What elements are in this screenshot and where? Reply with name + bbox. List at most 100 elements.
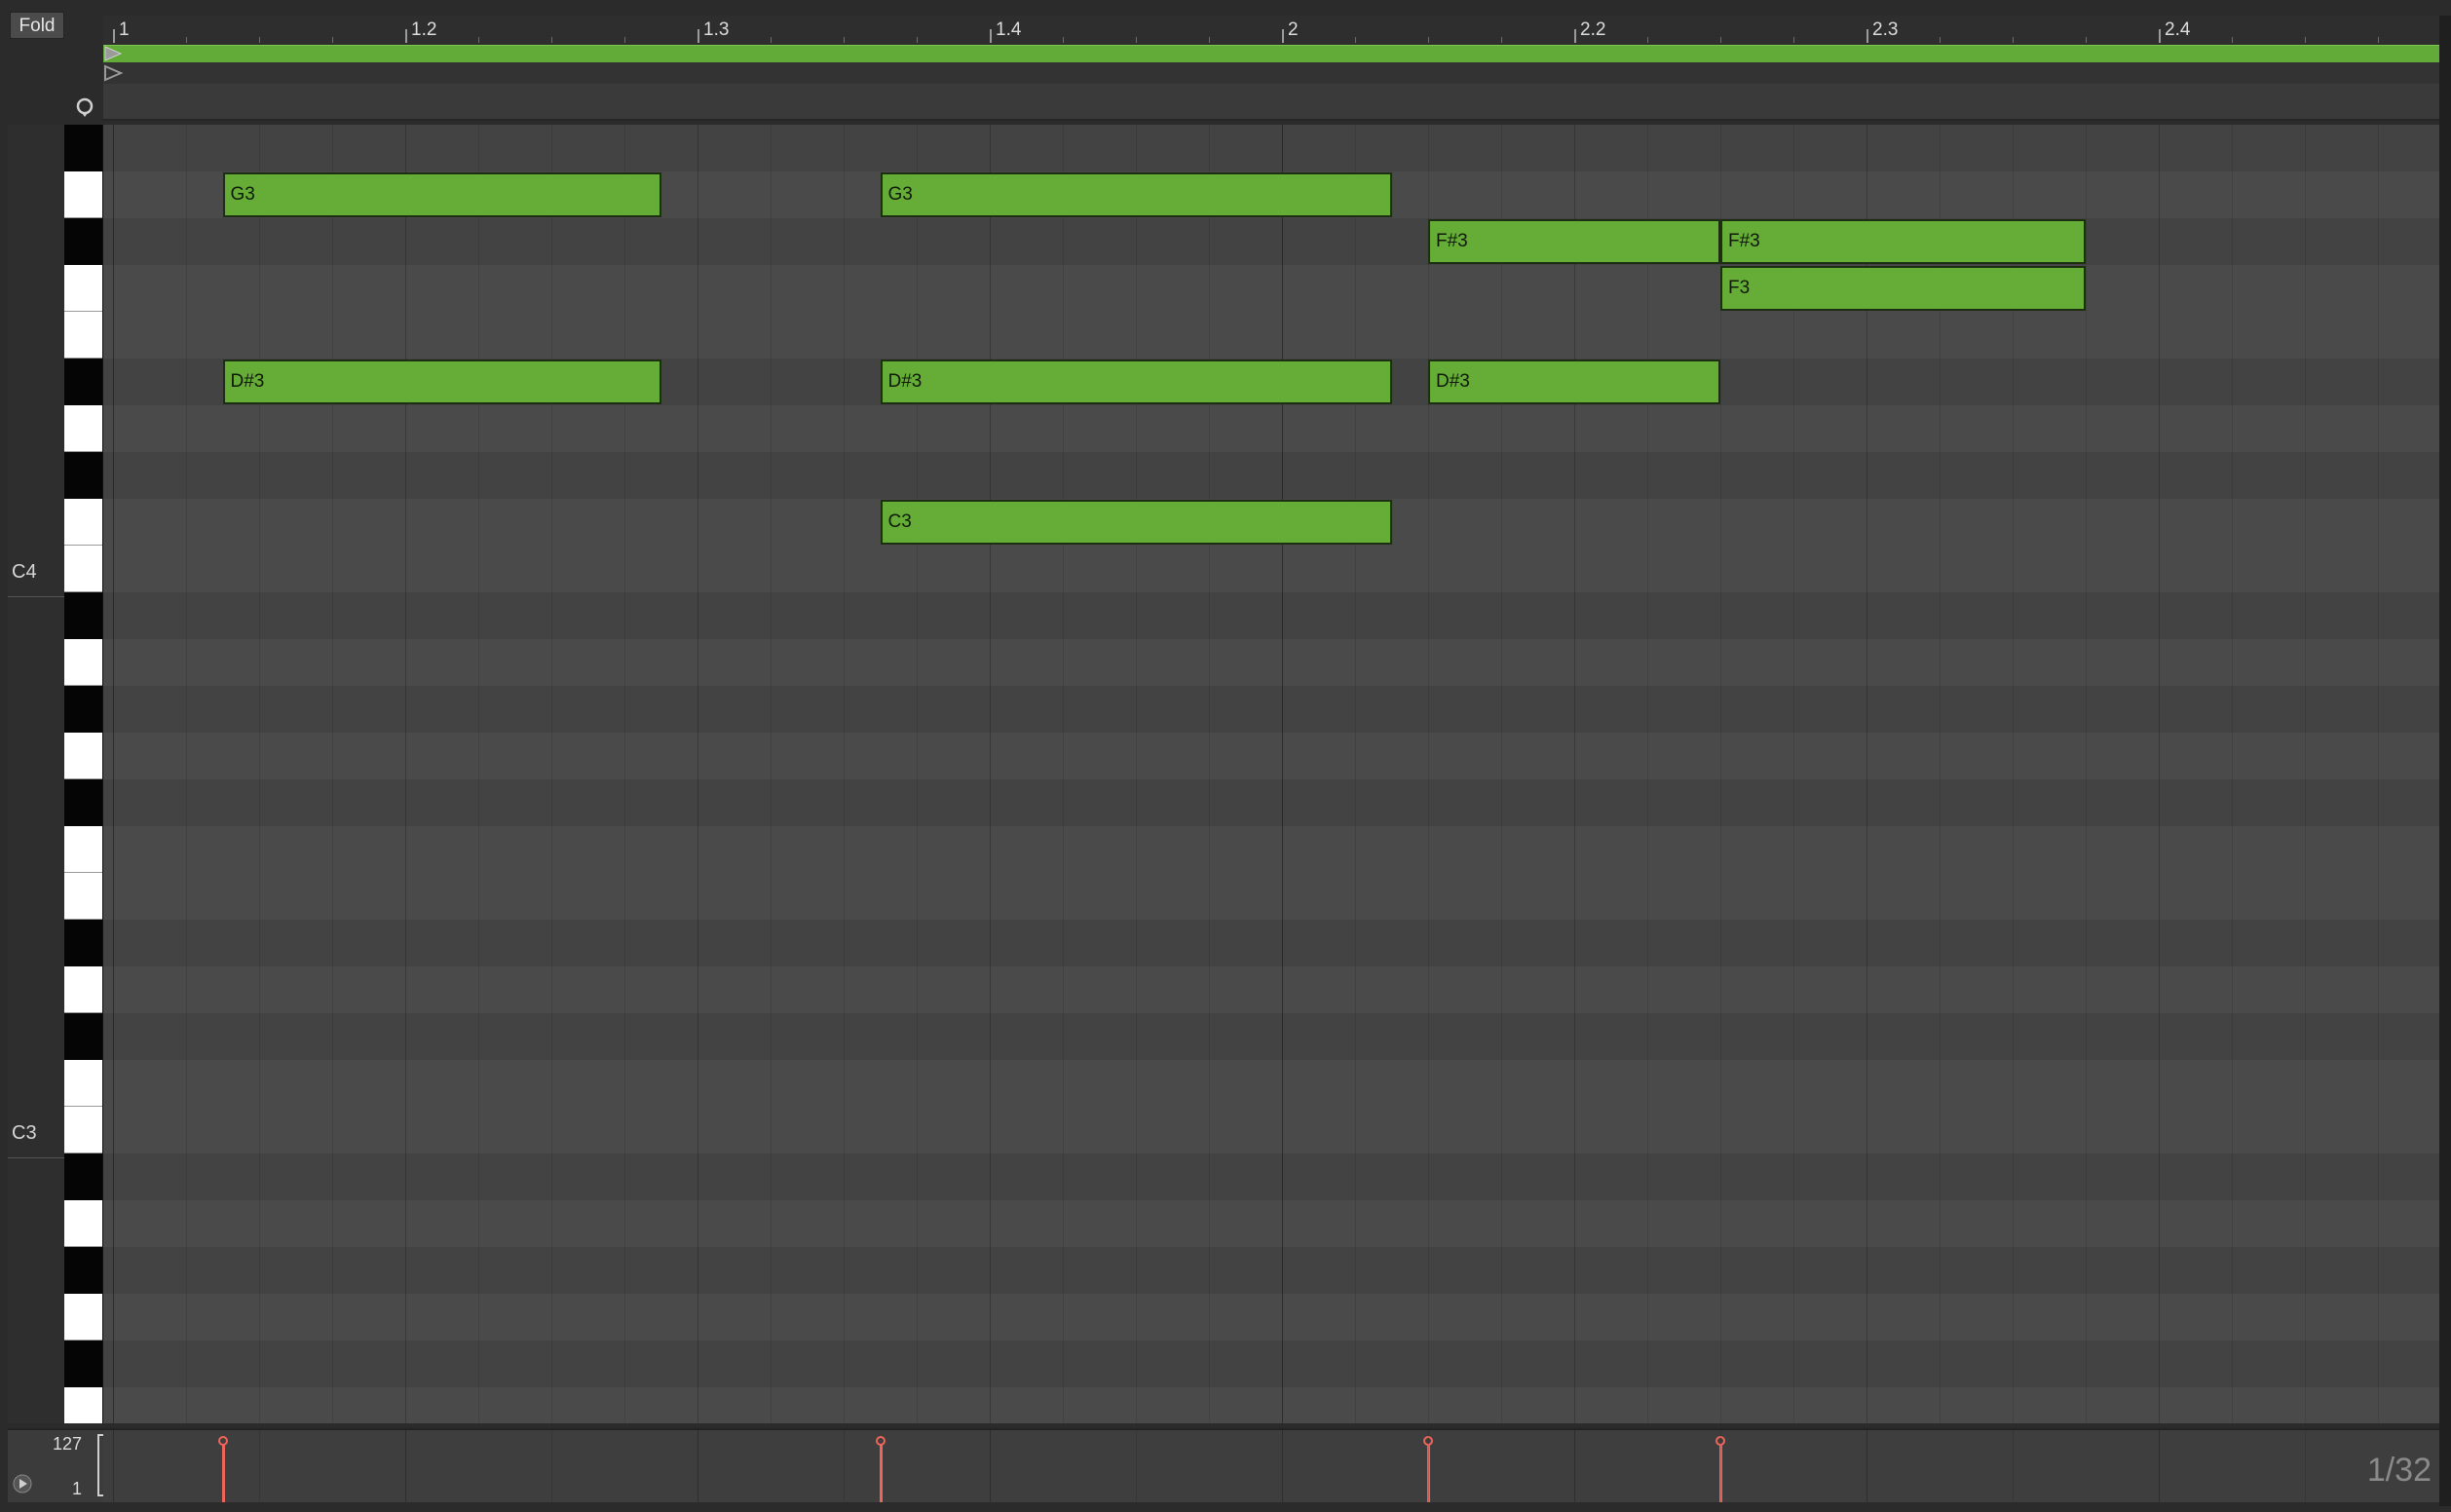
piano-key-white[interactable] [64, 1387, 102, 1423]
midi-note[interactable]: F3 [1720, 266, 2086, 311]
pitch-lane[interactable] [103, 125, 2439, 171]
pitch-lane[interactable] [103, 686, 2439, 733]
midi-note[interactable]: G3 [222, 172, 661, 217]
midi-note[interactable]: F#3 [1428, 219, 1720, 264]
ruler-minor-tick [1793, 37, 1794, 43]
piano-key-black[interactable] [64, 1341, 102, 1387]
piano-key-black[interactable] [64, 359, 102, 405]
pitch-lane[interactable] [103, 873, 2439, 920]
marker-row[interactable] [103, 62, 2439, 84]
piano-key-black[interactable] [64, 592, 102, 639]
ruler-minor-tick [2013, 37, 2014, 43]
piano-key-white[interactable] [64, 312, 102, 359]
piano-key-white[interactable] [64, 499, 102, 546]
piano-key-black[interactable] [64, 1247, 102, 1294]
pitch-lane[interactable] [103, 452, 2439, 499]
play-icon[interactable] [12, 1473, 33, 1494]
grid-line [113, 1430, 114, 1502]
grid-line [1063, 125, 1064, 1423]
pitch-lane[interactable] [103, 1341, 2439, 1387]
note-grid[interactable]: F4A#3G3D#3D4G3D#3C3F4A#3F#3D#3C#4A#3F#3F… [103, 125, 2439, 1423]
piano-key-white[interactable] [64, 405, 102, 452]
piano-key-black[interactable] [64, 452, 102, 499]
piano-key-white[interactable] [64, 265, 102, 312]
piano-key-white[interactable] [64, 1294, 102, 1341]
piano-key-black[interactable] [64, 779, 102, 826]
piano-key-black[interactable] [64, 1013, 102, 1060]
grid-line [332, 125, 333, 1423]
octave-divider [8, 596, 64, 597]
scrub-area[interactable] [103, 84, 2439, 121]
piano-key-black[interactable] [64, 218, 102, 265]
piano-key-white[interactable] [64, 1060, 102, 1107]
grid-line [2159, 125, 2160, 1423]
pitch-lane[interactable] [103, 592, 2439, 639]
grid-line [1355, 125, 1356, 1423]
midi-note[interactable]: D#3 [1428, 359, 1720, 404]
pitch-lane[interactable] [103, 733, 2439, 779]
pitch-lane[interactable] [103, 312, 2439, 359]
piano-key-white[interactable] [64, 171, 102, 218]
piano-key-black[interactable] [64, 920, 102, 966]
pitch-lane[interactable] [103, 966, 2439, 1013]
velocity-handle[interactable] [875, 1436, 886, 1446]
midi-note[interactable]: F#3 [1720, 219, 2086, 264]
pitch-lane[interactable] [103, 405, 2439, 452]
pitch-lane[interactable] [103, 1153, 2439, 1200]
pitch-lane[interactable] [103, 1247, 2439, 1294]
piano-key-white[interactable] [64, 639, 102, 686]
pitch-lane[interactable] [103, 1060, 2439, 1107]
velocity-editor[interactable] [103, 1430, 2439, 1502]
midi-note[interactable]: G3 [880, 172, 1392, 217]
ruler-minor-tick [332, 37, 333, 43]
piano-key-white[interactable] [64, 873, 102, 920]
grid-line [2305, 125, 2306, 1423]
ruler-label: 2 [1288, 19, 1299, 40]
start-marker-icon[interactable] [103, 43, 125, 64]
piano-key-white[interactable] [64, 966, 102, 1013]
piano-key-black[interactable] [64, 125, 102, 171]
pitch-lane[interactable] [103, 1294, 2439, 1341]
beat-ruler[interactable]: 1 1.2 1.3 1.4 2 2.2 2.3 2.4 [103, 16, 2439, 45]
midi-note[interactable]: D#3 [222, 359, 661, 404]
piano-key-white[interactable] [64, 733, 102, 779]
midi-note[interactable]: C3 [880, 500, 1392, 545]
fold-button[interactable]: Fold [10, 12, 64, 39]
velocity-max-label: 127 [52, 1434, 82, 1454]
piano-keyboard[interactable] [64, 125, 103, 1423]
velocity-handle[interactable] [217, 1436, 228, 1446]
pitch-lane[interactable] [103, 1387, 2439, 1423]
velocity-stem[interactable] [879, 1444, 883, 1502]
scrollbar[interactable] [2439, 16, 2451, 1506]
grid-line [2305, 1430, 2306, 1502]
midi-note[interactable]: D#3 [880, 359, 1392, 404]
pitch-lane[interactable] [103, 1200, 2439, 1247]
pitch-lane[interactable] [103, 779, 2439, 826]
pitch-lane[interactable] [103, 920, 2439, 966]
piano-key-black[interactable] [64, 686, 102, 733]
piano-key-white[interactable] [64, 546, 102, 592]
pitch-lane[interactable] [103, 546, 2439, 592]
pitch-lane[interactable] [103, 826, 2439, 873]
grid-line [2013, 125, 2014, 1423]
grid-line [551, 1430, 552, 1502]
pitch-lane[interactable] [103, 265, 2439, 312]
pitch-lane[interactable] [103, 218, 2439, 265]
ruler-minor-tick [1063, 37, 1064, 43]
piano-key-white[interactable] [64, 826, 102, 873]
end-marker-icon[interactable] [103, 62, 125, 84]
piano-key-white[interactable] [64, 1200, 102, 1247]
pitch-lane[interactable] [103, 639, 2439, 686]
velocity-stem[interactable] [221, 1444, 225, 1502]
grid-line [2378, 125, 2379, 1423]
loop-icon[interactable] [74, 95, 95, 117]
ruler-minor-tick [1501, 37, 1502, 43]
piano-key-black[interactable] [64, 1153, 102, 1200]
loop-brace[interactable] [103, 45, 2439, 62]
pitch-lane[interactable] [103, 1013, 2439, 1060]
piano-key-white[interactable] [64, 1107, 102, 1153]
pitch-lane[interactable] [103, 1107, 2439, 1153]
ruler-label: 2.3 [1872, 19, 1899, 40]
grid-line [405, 1430, 406, 1502]
grid-line [2232, 125, 2233, 1423]
